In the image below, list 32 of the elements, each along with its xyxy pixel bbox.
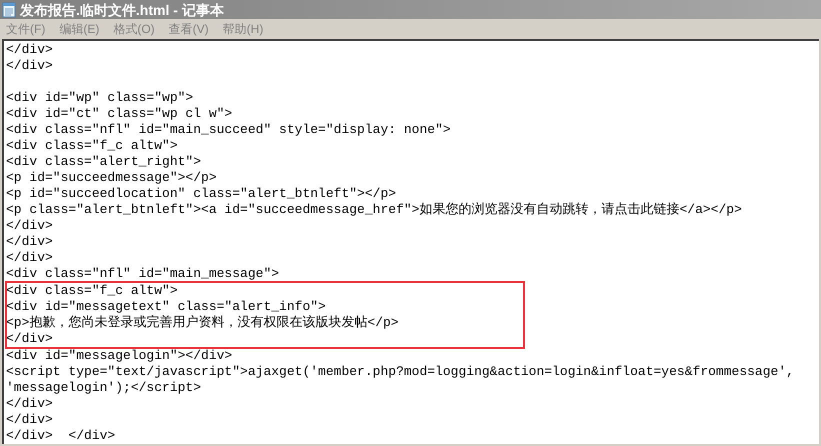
code-line: </div> — [6, 58, 53, 74]
code-line: </div> — [6, 42, 53, 58]
code-line: <div id="ct" class="wp cl w"> — [6, 106, 232, 122]
code-line: </div> — [6, 250, 53, 266]
code-line: <div class="nfl" id="main_message"> — [6, 266, 280, 282]
window-title: 发布报告.临时文件.html - 记事本 — [20, 0, 224, 18]
menu-item[interactable]: 格式(O) — [113, 20, 155, 38]
text-area[interactable] — [2, 39, 819, 444]
code-line: 'messagelogin');</script> — [6, 380, 202, 396]
menu-item[interactable]: 查看(V) — [168, 20, 209, 38]
code-line: </div> — [6, 396, 53, 412]
code-line: <p>抱歉，您尚未登录或完善用户资料，没有权限在该版块发帖</p> — [6, 315, 399, 331]
code-line: <p class="alert_btnleft"><a id="succeedmessage_href">如果您的浏览器没有自动跳转，请点击此链接</a></p> — [6, 202, 742, 218]
code-line: <script type="text/javascript">ajaxget('member.php?mod=logging&action=login&infloat=yes&frommessage', — [6, 364, 794, 380]
code-line: <div class="nfl" id="main_succeed" style="display: none"> — [6, 122, 451, 138]
menu-item[interactable]: 帮助(H) — [222, 20, 264, 38]
code-line: <div class="f_c altw"> — [6, 283, 178, 299]
menu-item[interactable]: 文件(F) — [6, 20, 46, 38]
code-line: <div id="messagelogin"></div> — [6, 348, 232, 364]
code-line: </div> — [6, 234, 53, 250]
code-line: </div> — [6, 218, 53, 234]
menu-item[interactable]: 编辑(E) — [59, 20, 100, 38]
code-line: <div id="wp" class="wp"> — [6, 90, 194, 106]
code-line: <p id="succeedmessage"></p> — [6, 170, 217, 186]
code-line: </div> </div> — [6, 428, 116, 444]
code-line: <div class="alert_right"> — [6, 154, 202, 170]
code-line: </div> — [6, 412, 53, 428]
code-line: <div id="messagetext" class="alert_info"> — [6, 299, 326, 315]
code-line: <div class="f_c altw"> — [6, 138, 178, 154]
code-line: </div> — [6, 331, 53, 347]
code-line: <p id="succeedlocation" class="alert_btnleft"></p> — [6, 186, 396, 202]
notepad-icon — [2, 2, 16, 18]
